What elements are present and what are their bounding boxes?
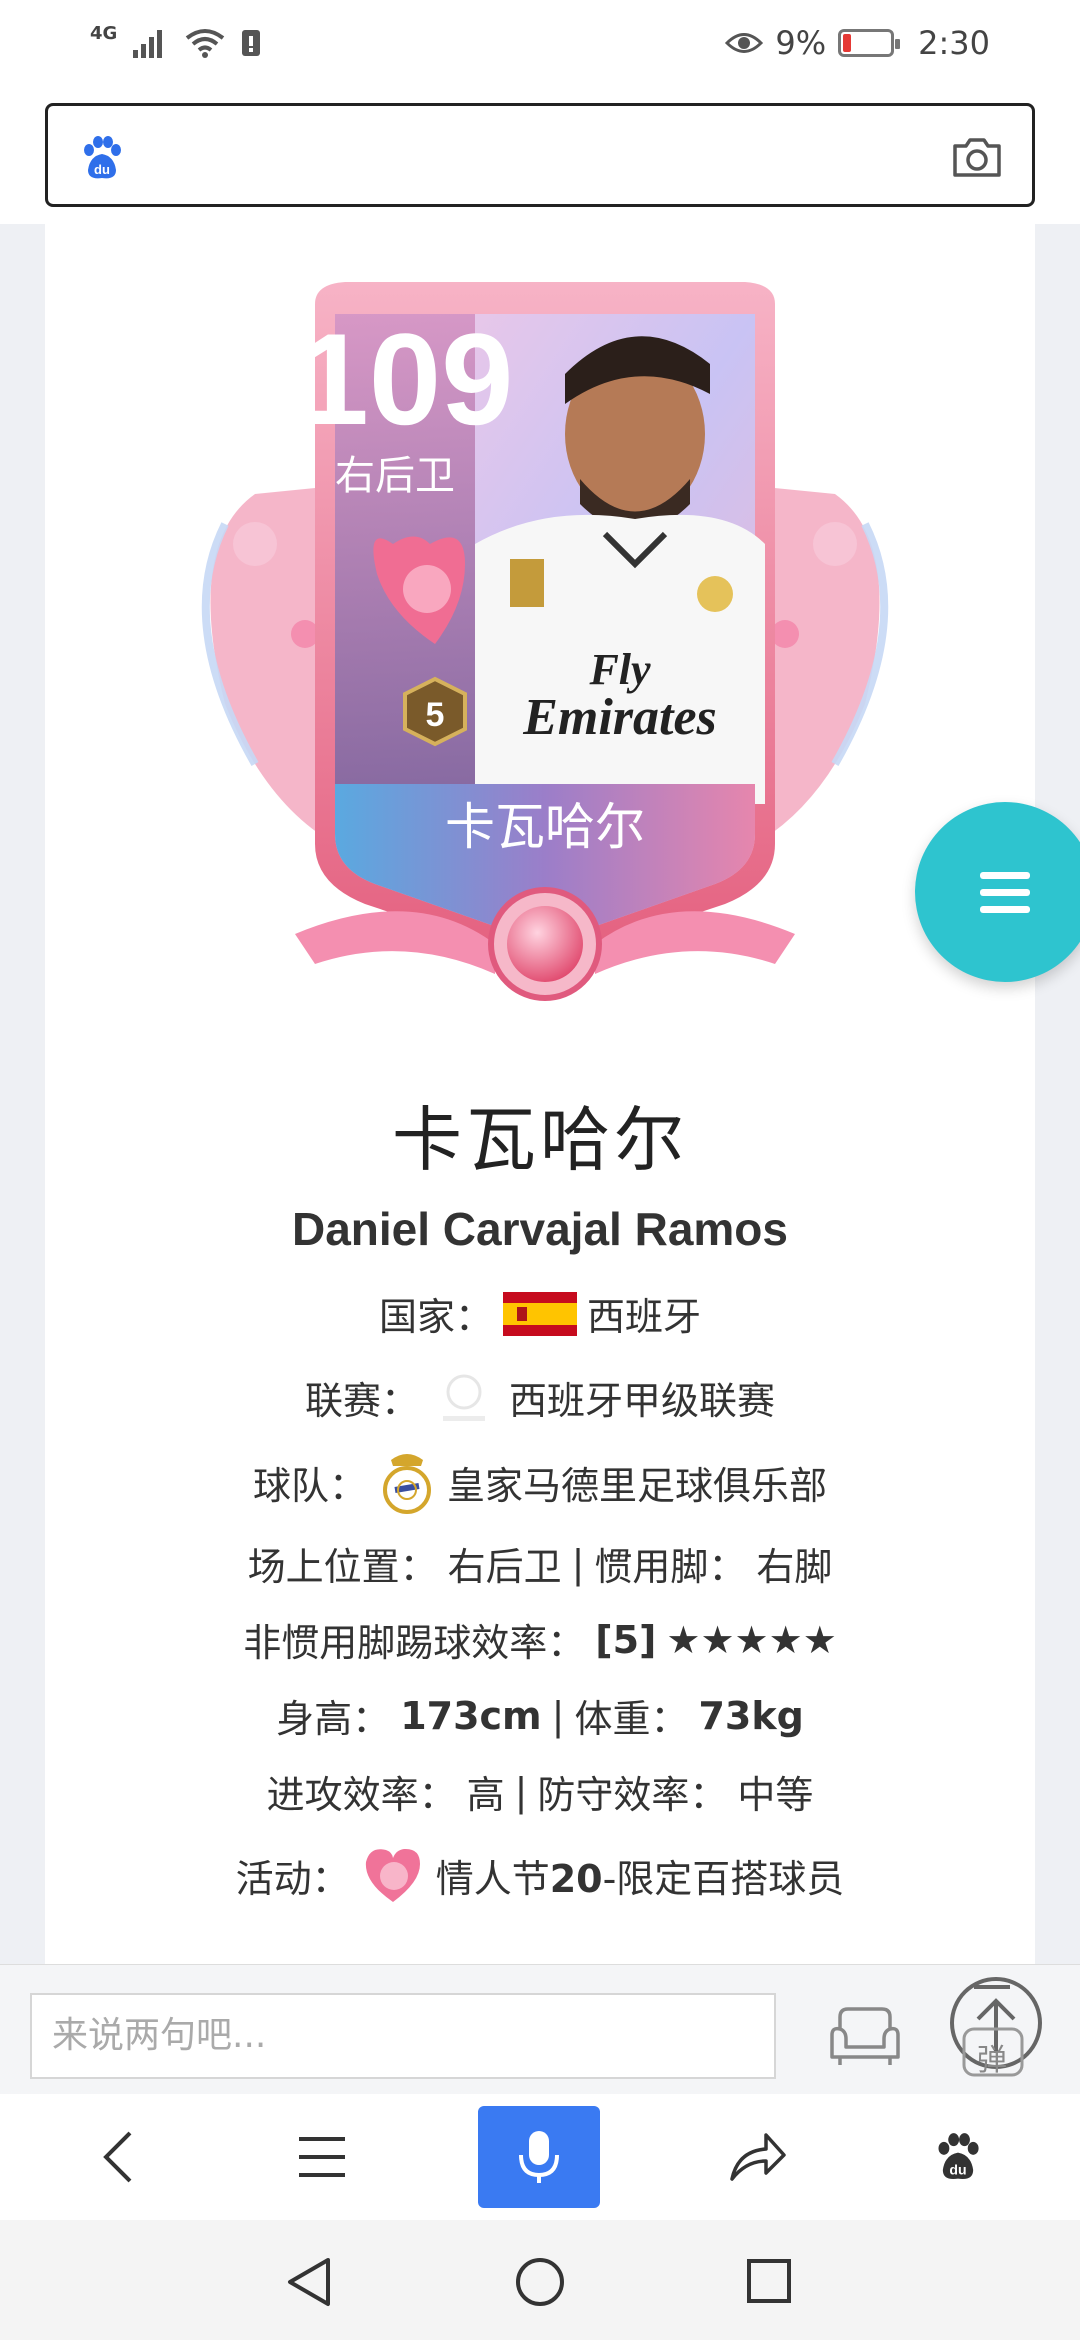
position-label: 场上位置： — [247, 1545, 438, 1589]
battery-icon — [838, 29, 901, 57]
league-row: 联赛： 西班牙甲级联赛 — [45, 1362, 1035, 1432]
laliga-logo-icon — [443, 1374, 485, 1421]
position-value: 右后卫 — [447, 1545, 562, 1589]
browser-toolbar: du — [0, 2094, 1080, 2220]
comment-input[interactable]: 来说两句吧... — [30, 1993, 776, 2079]
team-label: 球队： — [252, 1463, 367, 1508]
camera-icon[interactable] — [952, 136, 1002, 178]
share-icon — [730, 2133, 786, 2181]
team-value: 皇家马德里足球俱乐部 — [447, 1463, 828, 1508]
player-card: Fly Emirates 109 右后卫 5 卡瓦哈尔 — [201, 282, 889, 1001]
comment-bar: 来说两句吧... 弹 — [0, 1964, 1080, 2094]
nav-home-icon[interactable] — [514, 2256, 566, 2308]
separator: | — [571, 1541, 585, 1586]
defense-label: 防守效率： — [537, 1773, 728, 1817]
weight-label: 体重： — [574, 1697, 689, 1741]
height-label: 身高： — [276, 1697, 391, 1741]
eye-icon — [725, 33, 764, 53]
event-name-rest: -限定百搭球员 — [602, 1856, 845, 1901]
signal-icon — [133, 30, 163, 58]
sim-icon — [242, 30, 261, 56]
defense-value: 中等 — [737, 1773, 814, 1817]
danmu-button[interactable]: 弹 — [950, 1973, 1080, 2089]
baidu-home-button[interactable]: du — [898, 2094, 1018, 2220]
heart-ball-icon — [365, 1848, 420, 1902]
workrate-row: 进攻效率：高 | 防守效率： 中等 — [45, 1764, 1035, 1819]
nav-recents-icon[interactable] — [746, 2258, 792, 2304]
menu-line-icon — [980, 872, 1030, 879]
country-row: 国家： 西班牙 — [45, 1286, 1035, 1341]
body-row: 身高： 173cm | 体重： 73kg — [45, 1688, 1035, 1743]
danmu-label: 弹 — [977, 2043, 1007, 2078]
attack-label: 进攻效率： — [266, 1773, 457, 1817]
event-name-text: 情人节 — [435, 1856, 550, 1901]
scroll-top-icon[interactable] — [950, 1973, 1080, 2089]
attack-value: 高 — [466, 1773, 505, 1817]
event-name: 情人节20-限定百搭球员 — [436, 1848, 845, 1903]
sofa-icon[interactable] — [828, 2005, 902, 2069]
svg-text:du: du — [949, 2161, 966, 2177]
separator: | — [514, 1769, 528, 1814]
voice-search-button[interactable] — [478, 2106, 600, 2208]
card-tier: 5 — [426, 696, 445, 734]
team-row: 球队： 皇家马德里足球俱乐部 — [45, 1446, 1035, 1518]
weakfoot-value: [5] — [595, 1617, 657, 1662]
sponsor-line1: Fly — [588, 645, 651, 694]
player-name-cn: 卡瓦哈尔 — [392, 1099, 688, 1181]
event-name-number: 20 — [549, 1856, 603, 1901]
status-right: 9% 2:30 — [725, 24, 990, 62]
nav-back-icon[interactable] — [286, 2256, 332, 2308]
status-bar: 4G 9% 2:30 — [0, 0, 1080, 86]
weakfoot-stars: ★★★★★ — [666, 1617, 837, 1662]
network-label: 4G — [90, 22, 118, 44]
back-icon — [103, 2131, 132, 2183]
search-header: du — [0, 86, 1080, 224]
foot-value: 右脚 — [756, 1545, 833, 1589]
league-value: 西班牙甲级联赛 — [509, 1378, 776, 1423]
sponsor-line2: Emirates — [522, 689, 717, 746]
card-name-banner: 卡瓦哈尔 — [445, 798, 645, 856]
country-label: 国家： — [378, 1295, 493, 1339]
country-value: 西班牙 — [587, 1295, 702, 1339]
separator: | — [551, 1693, 565, 1738]
baidu-paw-icon: du — [938, 2133, 979, 2180]
weight-value: 73kg — [698, 1693, 804, 1738]
back-button[interactable] — [58, 2094, 178, 2220]
menu-line-icon — [980, 889, 1030, 896]
card-position: 右后卫 — [335, 453, 455, 499]
search-input[interactable]: du — [45, 103, 1035, 207]
mic-icon — [519, 2131, 559, 2183]
share-button[interactable] — [698, 2094, 818, 2220]
menu-button[interactable] — [262, 2094, 382, 2220]
event-row: 活动： 情人节20-限定百搭球员 — [45, 1842, 1035, 1908]
battery-percent: 9% — [775, 24, 827, 62]
position-row: 场上位置： 右后卫 | 惯用脚： 右脚 — [45, 1536, 1035, 1591]
spain-flag-icon — [503, 1291, 577, 1336]
baidu-paw-icon[interactable]: du — [78, 134, 126, 182]
status-left: 4G — [90, 23, 261, 58]
floating-menu-button[interactable] — [915, 802, 1080, 982]
menu-line-icon — [980, 906, 1030, 913]
system-navigation-bar — [0, 2220, 1080, 2340]
wifi-icon — [186, 29, 225, 58]
weakfoot-row: 非惯用脚踢球效率： [5] ★★★★★ — [45, 1612, 1035, 1667]
weakfoot-label: 非惯用脚踢球效率： — [243, 1621, 586, 1665]
real-madrid-crest-icon — [383, 1454, 431, 1514]
player-name-en: Daniel Carvajal Ramos — [291, 1203, 788, 1255]
card-rating: 109 — [297, 306, 514, 452]
player-detail: Fly Emirates 109 右后卫 5 卡瓦哈尔 卡瓦哈尔 Daniel … — [45, 224, 1080, 1964]
height-value: 173cm — [400, 1693, 542, 1738]
foot-label: 惯用脚： — [594, 1545, 747, 1589]
svg-text:du: du — [94, 162, 110, 177]
menu-icon — [299, 2137, 345, 2177]
event-label: 活动： — [235, 1856, 350, 1901]
league-label: 联赛： — [304, 1378, 419, 1423]
clock: 2:30 — [918, 24, 990, 62]
